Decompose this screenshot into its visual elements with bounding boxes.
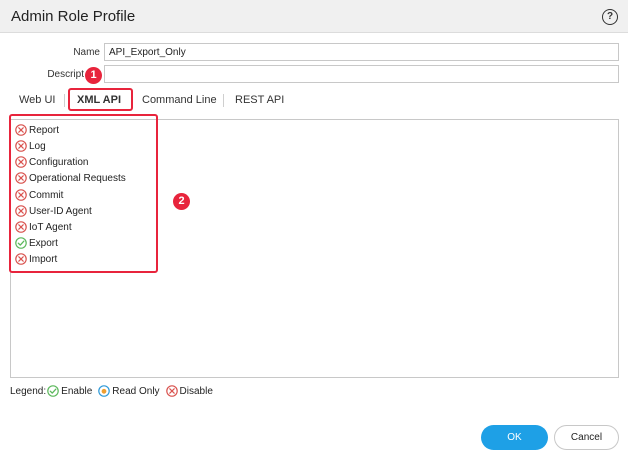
legend-enable-label: Enable <box>61 385 93 397</box>
tab-divider <box>223 94 224 107</box>
legend-read-only: Read Only <box>97 385 160 397</box>
legend-disable-label: Disable <box>179 385 213 397</box>
annotation-badge-1: 1 <box>85 67 102 84</box>
help-icon[interactable]: ? <box>602 9 618 25</box>
tab-command-line[interactable]: Command Line <box>142 94 217 110</box>
disable-icon <box>166 385 178 397</box>
legend-enable: Enable <box>46 385 92 397</box>
read-only-icon <box>98 385 110 397</box>
legend: Legend: Enable Read Only Disable <box>10 384 218 398</box>
highlight-box-tab <box>68 88 133 111</box>
cancel-button[interactable]: Cancel <box>554 425 619 450</box>
name-label: Name <box>73 47 100 58</box>
ok-button[interactable]: OK <box>481 425 548 450</box>
legend-prefix: Legend: <box>10 385 47 397</box>
tab-web-ui[interactable]: Web UI <box>19 94 55 110</box>
tab-divider <box>64 94 65 107</box>
legend-disable: Disable <box>165 385 213 397</box>
dialog-titlebar: Admin Role Profile ? <box>0 0 628 33</box>
name-input[interactable] <box>104 43 619 61</box>
annotation-badge-2: 2 <box>173 193 190 210</box>
description-input[interactable] <box>104 65 619 83</box>
tab-rest-api[interactable]: REST API <box>235 94 284 110</box>
dialog-title: Admin Role Profile <box>11 8 136 25</box>
description-label: Descript <box>47 69 84 80</box>
highlight-box-permissions <box>9 114 158 273</box>
enable-icon <box>47 385 59 397</box>
legend-read-only-label: Read Only <box>112 385 160 397</box>
